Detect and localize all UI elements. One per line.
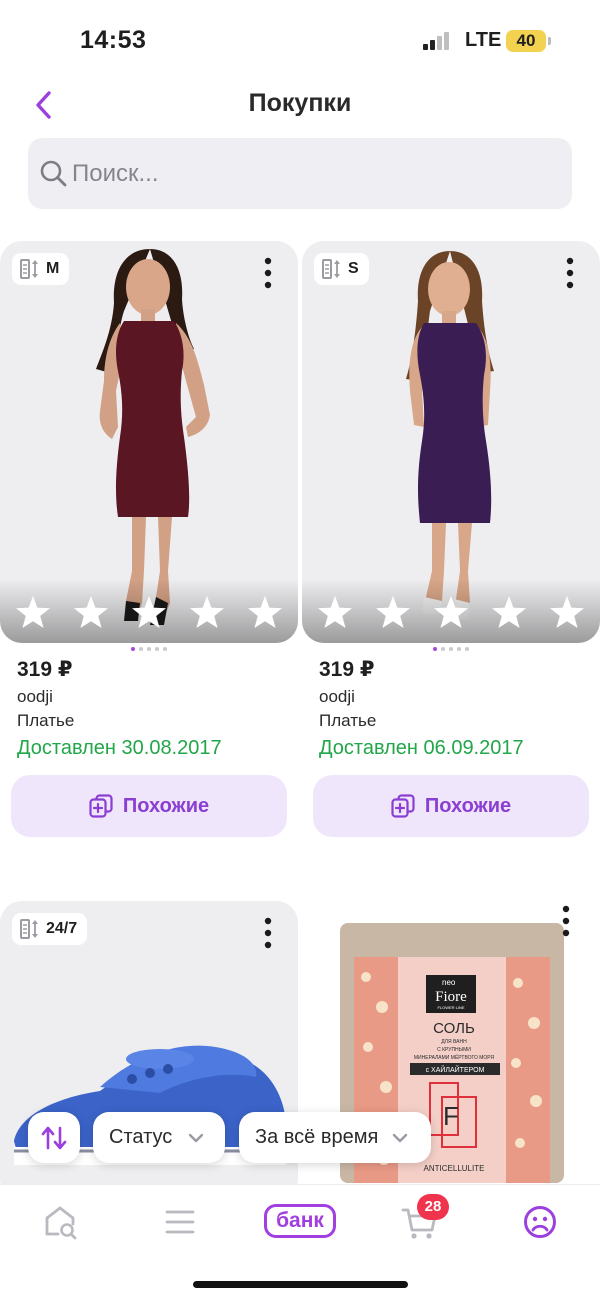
package-brand: Fiore <box>435 989 467 1005</box>
similar-label: Похожие <box>122 794 210 817</box>
similar-label: Похожие <box>424 794 512 817</box>
status-bar: 14:53 LTE 40 <box>0 0 600 80</box>
status-time: 14:53 <box>80 26 147 54</box>
package-footer: ANTICELLULITE <box>424 1164 485 1173</box>
delivery-status: Доставлен 06.09.2017 <box>319 737 524 759</box>
star-icon[interactable] <box>189 595 225 629</box>
package-text-2: С КРУПНЫМИ <box>437 1047 471 1053</box>
photo-pager-dots <box>0 647 298 651</box>
star-icon[interactable] <box>549 595 585 629</box>
star-icon[interactable] <box>317 595 353 629</box>
similar-button[interactable]: Похожие <box>11 775 287 837</box>
catalog-menu-icon <box>165 1210 195 1234</box>
search-input[interactable] <box>72 138 552 209</box>
star-icon[interactable] <box>15 595 51 629</box>
more-vertical-icon[interactable] <box>256 915 280 951</box>
battery-tip <box>548 37 551 45</box>
size-icon <box>20 919 38 939</box>
package-brand-small: neo <box>442 978 456 987</box>
product-card[interactable]: S 319 ₽ oodji Платье Доставлен 06.09.201… <box>302 241 600 851</box>
sort-icon <box>41 1126 67 1149</box>
chevron-down-icon <box>393 1133 408 1142</box>
product-category: Платье <box>319 711 377 730</box>
more-vertical-icon[interactable] <box>558 255 582 291</box>
search-icon <box>40 160 67 187</box>
package-text-3: МИНЕРАЛАМИ МЁРТВОГО МОРЯ <box>414 1054 495 1061</box>
size-badge: M <box>12 253 70 285</box>
profile-icon <box>524 1206 556 1238</box>
tab-bank[interactable]: банк <box>264 1204 336 1238</box>
more-vertical-icon[interactable] <box>256 255 280 291</box>
similar-button[interactable]: Похожие <box>313 775 589 837</box>
network-type: LTE <box>465 29 502 51</box>
delivery-status: Доставлен 30.08.2017 <box>17 737 222 759</box>
star-icon[interactable] <box>73 595 109 629</box>
size-value: 24/7 <box>46 920 78 937</box>
size-icon <box>20 259 38 279</box>
similar-icon <box>391 794 415 818</box>
package-logo-letter: F <box>443 1101 459 1131</box>
rating-stars[interactable] <box>0 595 298 629</box>
product-price: 319 ₽ <box>319 658 375 681</box>
search-bar[interactable] <box>28 138 572 209</box>
package-text-1: ДЛЯ ВАНН <box>441 1039 467 1045</box>
status-filter-label: Статус <box>109 1126 173 1148</box>
similar-icon <box>89 794 113 818</box>
star-icon[interactable] <box>491 595 527 629</box>
size-badge: 24/7 <box>12 913 88 945</box>
photo-pager-dots <box>302 647 600 651</box>
product-price: 319 ₽ <box>17 658 73 681</box>
product-photo[interactable]: M <box>0 241 298 643</box>
home-search-icon <box>45 1206 77 1240</box>
product-brand: oodji <box>17 687 53 706</box>
product-card[interactable]: M 319 ₽ oodji Платье Доставлен 30.08.201… <box>0 241 298 851</box>
period-filter-label: За всё время <box>255 1126 379 1148</box>
home-indicator <box>193 1281 408 1288</box>
star-icon[interactable] <box>375 595 411 629</box>
product-category: Платье <box>17 711 75 730</box>
chevron-down-icon <box>189 1133 204 1142</box>
cart-count-badge: 28 <box>417 1194 449 1220</box>
cellular-signal-icon <box>423 32 455 50</box>
more-vertical-icon[interactable] <box>554 903 578 939</box>
tab-home[interactable] <box>38 1200 82 1244</box>
package-band: с ХАЙЛАЙТЕРОМ <box>426 1065 485 1074</box>
status-filter[interactable]: Статус <box>93 1112 225 1163</box>
size-value: S <box>348 260 359 277</box>
size-icon <box>322 259 340 279</box>
size-badge: S <box>314 253 369 285</box>
sort-button[interactable] <box>28 1112 80 1163</box>
battery-icon: 40 <box>506 30 546 52</box>
package-brand-line: FLOWER LINE <box>437 1005 464 1010</box>
size-value: M <box>46 260 60 277</box>
product-brand: oodji <box>319 687 355 706</box>
star-icon[interactable] <box>433 595 469 629</box>
tab-catalog[interactable] <box>158 1200 202 1244</box>
period-filter[interactable]: За всё время <box>239 1112 431 1163</box>
star-icon[interactable] <box>131 595 167 629</box>
page-title: Покупки <box>248 89 352 117</box>
rating-stars[interactable] <box>302 595 600 629</box>
product-photo[interactable]: S <box>302 241 600 643</box>
package-title: СОЛЬ <box>433 1020 475 1037</box>
tab-profile[interactable] <box>518 1200 562 1244</box>
star-icon[interactable] <box>247 595 283 629</box>
